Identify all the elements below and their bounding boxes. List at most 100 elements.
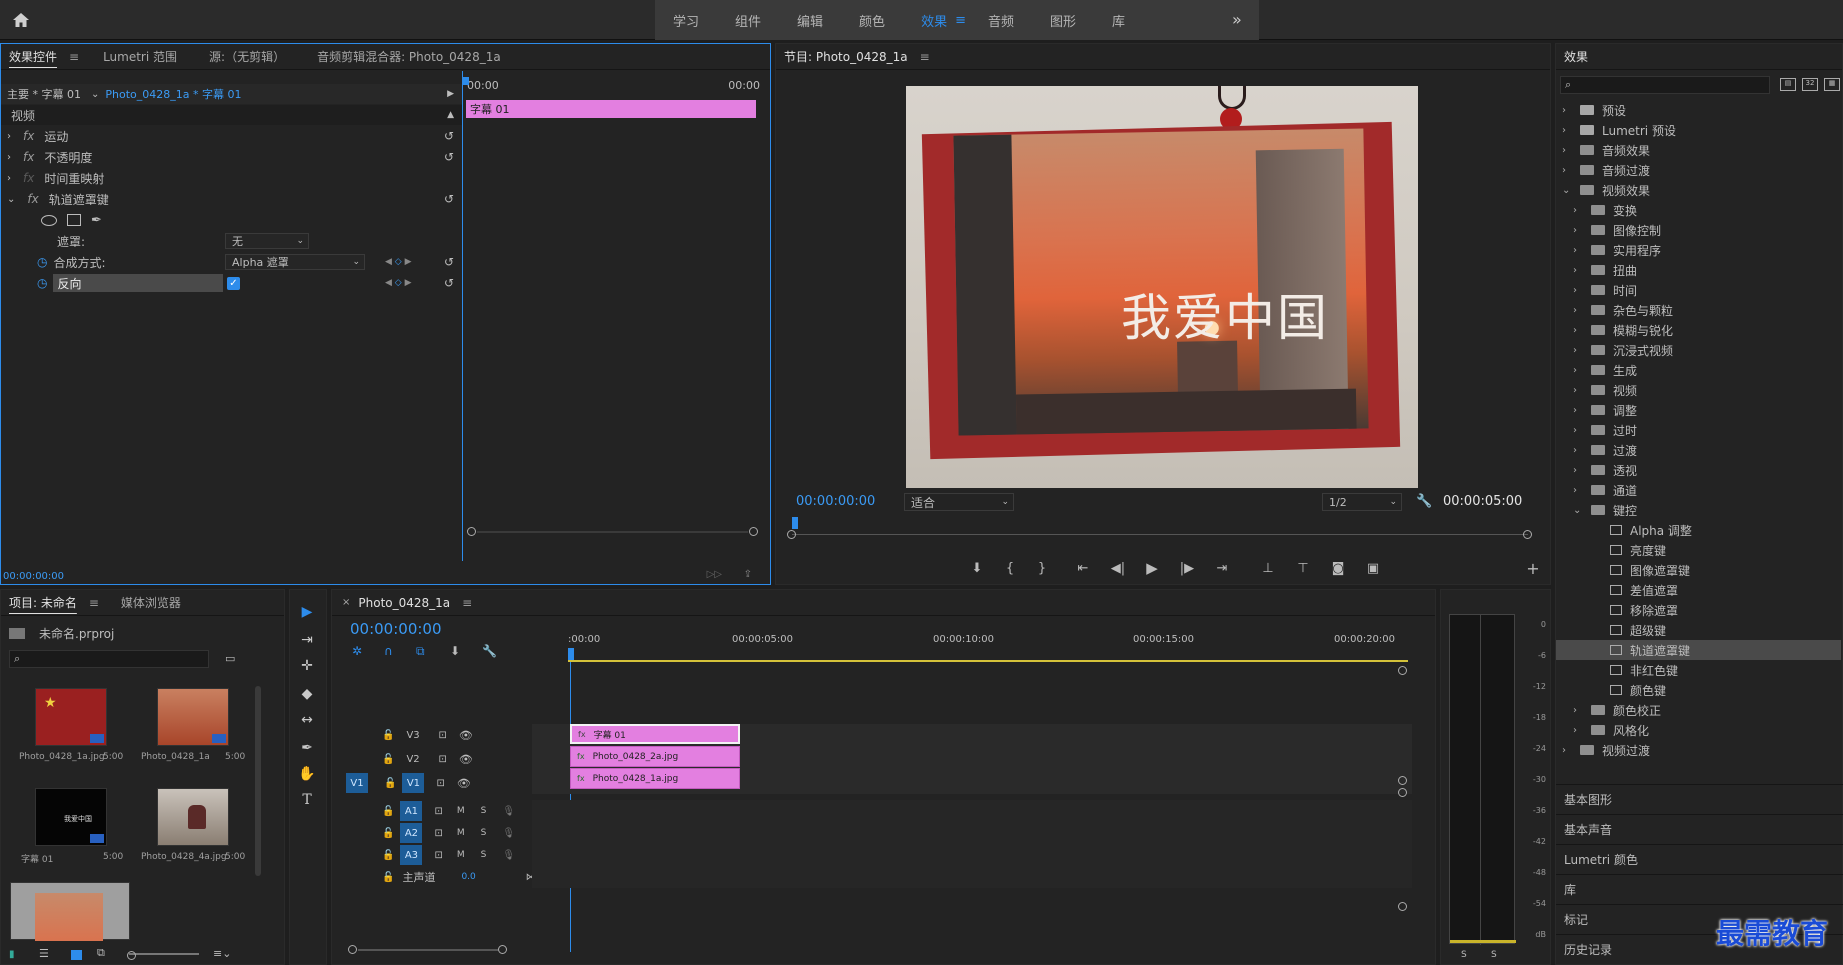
ellipse-mask-icon[interactable] [41,214,57,226]
mic-icon[interactable]: 🎙 [502,850,515,861]
chevron-right-icon[interactable]: › [1562,745,1574,756]
sync-lock-icon[interactable]: ⊡ [436,778,444,789]
keyframe-nav[interactable]: ◀ ◇ ▶ [385,278,412,288]
eye-icon[interactable]: 👁 [457,777,471,790]
stopwatch-icon[interactable]: ◷ [37,276,47,290]
freeform-view-icon[interactable]: ⧉ [97,946,105,960]
effects-tree-item[interactable]: › 音频过渡 [1556,160,1841,180]
source-patch-v1[interactable]: V1 [346,773,368,793]
lock-icon[interactable]: 🔓 [382,806,394,817]
program-scrub-bar[interactable] [792,517,1528,535]
reset-icon[interactable]: ↺ [444,255,454,269]
timeline-ruler[interactable]: :00:00 00:00:05:00 00:00:10:00 00:00:15:… [568,634,1408,662]
chevron-right-icon[interactable]: › [1,131,11,142]
clip-label[interactable]: Photo_0428_1a * 字幕 01 [105,86,241,102]
panel-menu-icon[interactable]: ≡ [69,50,79,64]
effect-track-matte[interactable]: ⌄ fx 轨道遮罩键 ↺ [1,189,462,209]
camera-icon[interactable]: ◙ [1326,558,1350,578]
effects-tree-item[interactable]: 亮度键 [1556,540,1841,560]
chevron-down-icon[interactable]: ⌄ [1573,505,1585,516]
effects-tree-item[interactable]: Alpha 调整 [1556,520,1841,540]
add-marker-button[interactable]: ⬇ [965,558,989,578]
v-scroll-handle[interactable] [1398,788,1407,797]
clip-photo-1a[interactable]: fx Photo_0428_1a.jpg [570,768,740,789]
play-button[interactable]: ▶ [1140,558,1164,578]
scroll-handle-left[interactable] [467,527,476,536]
panel-essential-sound[interactable]: 基本声音 [1556,814,1843,844]
tab-menu-icon[interactable]: ≡ [951,13,970,28]
chevron-right-icon[interactable]: › [1573,345,1585,356]
chevron-right-icon[interactable]: › [1573,385,1585,396]
mark-out-button[interactable]: } [1030,558,1054,578]
32bit-effects-icon[interactable]: 32 [1802,78,1818,91]
effects-tree-item[interactable]: › 通道 [1556,480,1841,500]
chevron-right-icon[interactable]: › [1562,165,1574,176]
thumb-partial[interactable] [10,882,130,941]
settings-wrench-icon[interactable]: 🔧 [482,644,497,658]
tab-assembly[interactable]: 组件 [717,11,779,30]
chevron-right-icon[interactable]: › [1562,125,1574,136]
export-icon[interactable]: ⇪ [744,569,752,580]
panel-libraries[interactable]: 库 [1556,874,1843,904]
chevron-down-icon[interactable]: ⌄ [1,194,15,205]
meter-solo-right[interactable]: S [1491,950,1497,960]
add-marker-icon[interactable]: ⬇ [450,644,460,658]
chevron-right-icon[interactable]: › [1573,425,1585,436]
project-search[interactable]: ⌕ [9,650,209,668]
effect-time-remap[interactable]: › fx 时间重映射 [1,168,462,188]
extract-button[interactable]: ⊤ [1291,558,1315,578]
yuv-effects-icon[interactable]: ▦ [1824,78,1840,91]
collapse-icon[interactable]: ▲ [447,110,454,120]
scrub-handle-left[interactable] [787,530,796,539]
effects-tree-item[interactable]: › 模糊与锐化 [1556,320,1841,340]
lock-icon[interactable]: 🔓 [382,850,394,861]
wrench-icon[interactable]: 🔧 [1416,494,1432,509]
timeline-timecode[interactable]: 00:00:00:00 [350,620,442,638]
lift-button[interactable]: ⊥ [1256,558,1280,578]
reset-icon[interactable]: ↺ [444,150,454,164]
panel-lumetri-color[interactable]: Lumetri 颜色 [1556,844,1843,874]
effects-tree-item[interactable]: 移除遮罩 [1556,600,1841,620]
track-label-v1[interactable]: V1 [402,773,425,793]
selection-tool[interactable]: ▶ [290,600,324,624]
effects-tree-item[interactable]: › 过时 [1556,420,1841,440]
step-forward-button[interactable]: |▶ [1175,558,1199,578]
panel-menu-icon[interactable]: ≡ [89,596,99,610]
track-label-a1[interactable]: A1 [400,801,423,821]
composite-select[interactable]: Alpha 遮罩 ⌄ [225,254,365,270]
icon-view-icon[interactable] [71,950,82,960]
effects-tree-item[interactable]: › 风格化 [1556,720,1841,740]
effects-tree-item[interactable]: › 颜色校正 [1556,700,1841,720]
tab-lumetri-scopes[interactable]: Lumetri 范围 [95,48,185,65]
track-select-tool[interactable]: ⇥ [290,628,324,652]
sync-lock-icon[interactable]: ⊡ [434,828,442,839]
eye-icon[interactable]: 👁 [459,729,473,742]
lock-icon[interactable]: ▮ [9,949,15,960]
chevron-down-icon[interactable]: ⌄ [91,89,99,100]
track-label-a2[interactable]: A2 [400,823,423,843]
chevron-right-icon[interactable]: › [1573,365,1585,376]
ripple-edit-tool[interactable]: ✛ [290,654,324,678]
nest-icon[interactable]: ✲ [352,644,362,658]
effects-tree-item[interactable]: 差值遮罩 [1556,580,1841,600]
type-tool[interactable]: T [290,788,324,812]
sync-lock-icon[interactable]: ⊡ [434,806,442,817]
chevron-right-icon[interactable]: › [1,173,11,184]
effect-opacity[interactable]: › fx 不透明度 ↺ [1,147,462,167]
hand-tool[interactable]: ✋ [290,762,324,786]
h-scroll-bar[interactable] [358,949,498,951]
effects-tree-item[interactable]: ⌄ 视频效果 [1556,180,1841,200]
v-scroll-handle[interactable] [1398,666,1407,675]
effects-tree-item[interactable]: › 变换 [1556,200,1841,220]
linked-selection-icon[interactable]: ⧉ [416,644,425,659]
chevron-right-icon[interactable]: › [1573,285,1585,296]
chevron-right-icon[interactable]: › [1573,725,1585,736]
effects-tree-item[interactable]: › 透视 [1556,460,1841,480]
chevron-right-icon[interactable]: › [1573,485,1585,496]
list-view-icon[interactable]: ☰ [39,947,49,960]
snap-icon[interactable]: ∩ [384,644,393,658]
slip-tool[interactable]: ↔ [290,708,324,732]
effects-tree-item[interactable]: 超级键 [1556,620,1841,640]
razor-tool[interactable]: ◆ [290,682,324,706]
comparison-view-button[interactable]: ▣ [1361,558,1385,578]
